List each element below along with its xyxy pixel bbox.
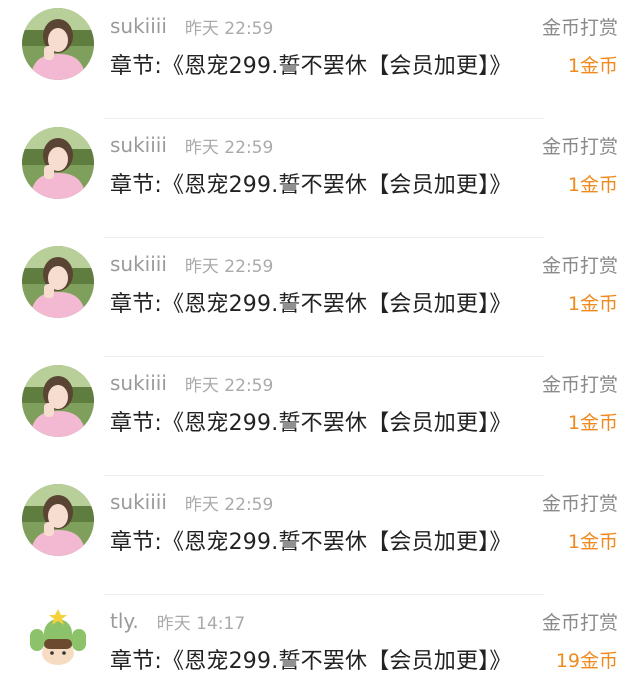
- entry-meta: sukiiii 昨天 22:59: [110, 250, 273, 278]
- user-avatar[interactable]: [22, 484, 94, 556]
- username[interactable]: tly.: [110, 609, 139, 633]
- username[interactable]: sukiiii: [110, 490, 167, 514]
- user-avatar[interactable]: [22, 246, 94, 318]
- timestamp: 昨天 22:59: [184, 137, 274, 158]
- reward-amount: 19金币: [555, 650, 618, 672]
- username[interactable]: sukiiii: [110, 371, 167, 395]
- timestamp: 昨天 22:59: [184, 256, 274, 277]
- list-item[interactable]: sukiiii 昨天 22:59 章节:《恩宠299.誓不罢休【会员加更】》 金…: [0, 0, 640, 119]
- chapter-title: 章节:《恩宠299.誓不罢休【会员加更】》: [110, 292, 512, 317]
- reward-list: sukiiii 昨天 22:59 章节:《恩宠299.誓不罢休【会员加更】》 金…: [0, 0, 640, 684]
- list-item[interactable]: sukiiii 昨天 22:59 章节:《恩宠299.誓不罢休【会员加更】》 金…: [0, 357, 640, 476]
- username[interactable]: sukiiii: [110, 14, 167, 38]
- chapter-title: 章节:《恩宠299.誓不罢休【会员加更】》: [110, 173, 512, 198]
- user-avatar[interactable]: [22, 365, 94, 437]
- entry-meta: tly. 昨天 14:17: [110, 607, 245, 635]
- reward-type-label: 金币打赏: [541, 374, 618, 396]
- timestamp: 昨天 14:17: [156, 613, 246, 634]
- reward-amount: 1金币: [567, 293, 618, 315]
- entry-meta: sukiiii 昨天 22:59: [110, 488, 273, 516]
- chapter-title: 章节:《恩宠299.誓不罢休【会员加更】》: [110, 411, 512, 436]
- girl-avatar-icon: [22, 246, 94, 318]
- girl-avatar-icon: [22, 8, 94, 80]
- user-avatar[interactable]: [22, 127, 94, 199]
- list-item[interactable]: sukiiii 昨天 22:59 章节:《恩宠299.誓不罢休【会员加更】》 金…: [0, 238, 640, 357]
- list-item[interactable]: sukiiii 昨天 22:59 章节:《恩宠299.誓不罢休【会员加更】》 金…: [0, 476, 640, 595]
- reward-type-label: 金币打赏: [541, 493, 618, 515]
- girl-avatar-icon: [22, 484, 94, 556]
- reward-type-label: 金币打赏: [541, 255, 618, 277]
- reward-amount: 1金币: [567, 174, 618, 196]
- entry-meta: sukiiii 昨天 22:59: [110, 12, 273, 40]
- timestamp: 昨天 22:59: [184, 375, 274, 396]
- username[interactable]: sukiiii: [110, 252, 167, 276]
- timestamp: 昨天 22:59: [184, 18, 274, 39]
- reward-type-label: 金币打赏: [541, 612, 618, 634]
- cactus-avatar-icon: [22, 603, 94, 675]
- girl-avatar-icon: [22, 127, 94, 199]
- chapter-title: 章节:《恩宠299.誓不罢休【会员加更】》: [110, 54, 512, 79]
- user-avatar[interactable]: [22, 8, 94, 80]
- girl-avatar-icon: [22, 365, 94, 437]
- username[interactable]: sukiiii: [110, 133, 167, 157]
- reward-amount: 1金币: [567, 55, 618, 77]
- user-avatar[interactable]: [22, 603, 94, 675]
- reward-amount: 1金币: [567, 412, 618, 434]
- chapter-title: 章节:《恩宠299.誓不罢休【会员加更】》: [110, 649, 512, 674]
- entry-meta: sukiiii 昨天 22:59: [110, 369, 273, 397]
- reward-amount: 1金币: [567, 531, 618, 553]
- reward-type-label: 金币打赏: [541, 17, 618, 39]
- entry-meta: sukiiii 昨天 22:59: [110, 131, 273, 159]
- timestamp: 昨天 22:59: [184, 494, 274, 515]
- reward-type-label: 金币打赏: [541, 136, 618, 158]
- chapter-title: 章节:《恩宠299.誓不罢休【会员加更】》: [110, 530, 512, 555]
- list-item[interactable]: sukiiii 昨天 22:59 章节:《恩宠299.誓不罢休【会员加更】》 金…: [0, 119, 640, 238]
- list-item[interactable]: tly. 昨天 14:17 章节:《恩宠299.誓不罢休【会员加更】》 金币打赏…: [0, 595, 640, 684]
